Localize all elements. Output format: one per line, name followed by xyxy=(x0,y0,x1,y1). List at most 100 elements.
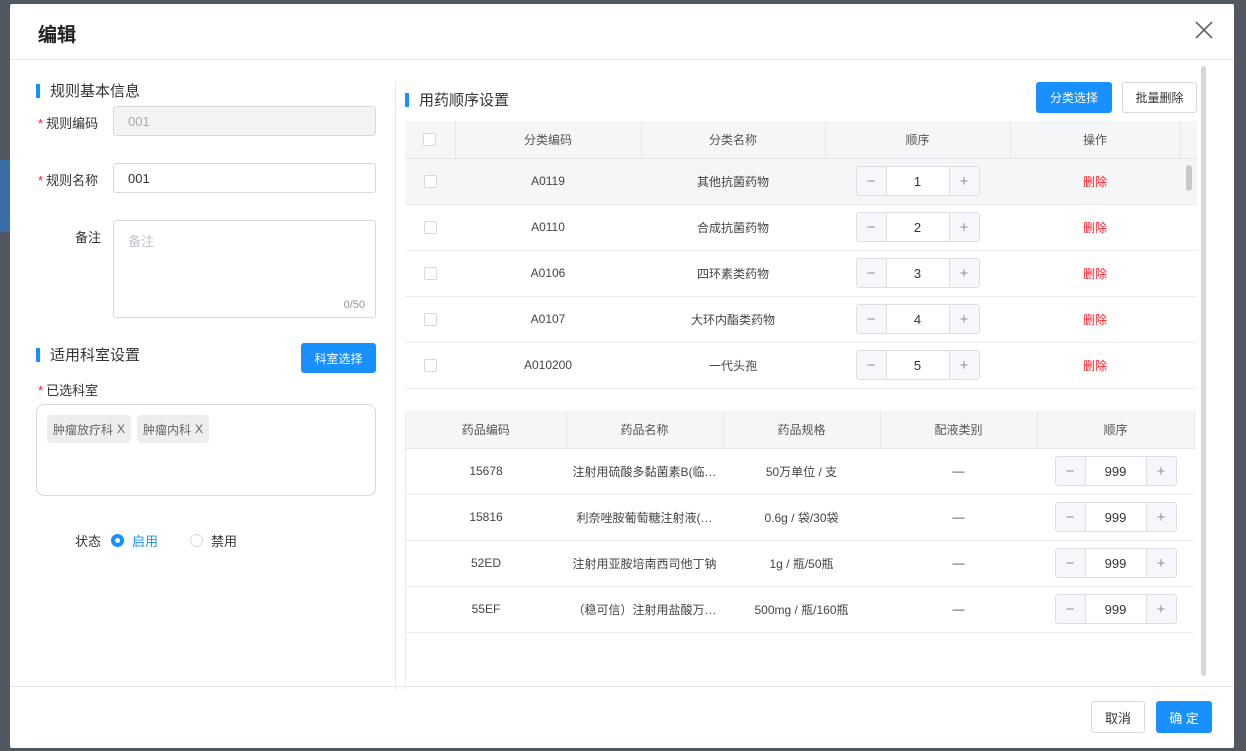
status-radio-enabled[interactable]: 启用 xyxy=(111,531,158,550)
status-label: 状态 xyxy=(75,534,102,549)
dept-tag: 肿瘤放疗科 X xyxy=(47,415,132,443)
quantity-stepper: − 999 + xyxy=(1054,594,1177,624)
increment-button[interactable]: + xyxy=(1145,457,1176,485)
category-name: 大环内酯类药物 xyxy=(641,296,825,343)
drug-name: 利奈唑胺葡萄糖注射液(… xyxy=(566,494,723,541)
delete-link[interactable]: 删除 xyxy=(1083,359,1107,373)
column-header: 分类编码 xyxy=(455,121,642,159)
table-row: A0110 合成抗菌药物 − 2 + 删除 xyxy=(405,204,1197,251)
drug-name: 注射用亚胺培南西司他丁钠 xyxy=(566,540,723,587)
decrement-button[interactable]: − xyxy=(856,305,887,333)
dialog-title: 编辑 xyxy=(38,25,77,46)
rule-code-label: * 规则编码 xyxy=(38,113,98,132)
category-table-scrollbar[interactable] xyxy=(1186,165,1192,191)
stepper-value[interactable]: 999 xyxy=(1086,457,1146,485)
increment-button[interactable]: + xyxy=(1145,595,1176,623)
table-row: A0107 大环内酯类药物 − 4 + 删除 xyxy=(405,296,1197,343)
increment-button[interactable]: + xyxy=(948,167,979,195)
row-checkbox[interactable] xyxy=(423,221,437,235)
row-checkbox[interactable] xyxy=(423,267,437,281)
rule-name-label: * 规则名称 xyxy=(38,170,98,189)
increment-button[interactable]: + xyxy=(948,213,979,241)
row-checkbox[interactable] xyxy=(423,175,437,189)
table-row: 55EF （稳可信）注射用盐酸万… 500mg / 瓶/160瓶 — − 999… xyxy=(406,586,1194,633)
stepper-value[interactable]: 999 xyxy=(1086,549,1146,577)
table-row: 52ED 注射用亚胺培南西司他丁钠 1g / 瓶/50瓶 — − 999 + xyxy=(406,540,1194,587)
quantity-stepper: − 999 + xyxy=(1054,548,1177,578)
action-cell: 删除 xyxy=(1010,342,1180,389)
status-radio-disabled[interactable]: 禁用 xyxy=(190,531,237,550)
stepper-value[interactable]: 3 xyxy=(887,259,949,287)
required-mark: * xyxy=(38,173,44,188)
decrement-button[interactable]: − xyxy=(856,213,887,241)
increment-button[interactable]: + xyxy=(1145,503,1176,531)
select-all-checkbox[interactable] xyxy=(423,133,437,147)
decrement-button[interactable]: − xyxy=(1055,457,1086,485)
delete-link[interactable]: 删除 xyxy=(1083,175,1107,189)
batch-delete-button[interactable]: 批量删除 xyxy=(1122,82,1197,113)
decrement-button[interactable]: − xyxy=(1055,549,1086,577)
tag-remove-icon[interactable]: X xyxy=(117,422,125,436)
rule-name-input[interactable]: 001 xyxy=(113,163,376,193)
increment-button[interactable]: + xyxy=(1145,549,1176,577)
stepper-value[interactable]: 5 xyxy=(887,351,949,379)
category-name: 其他抗菌药物 xyxy=(641,158,825,205)
row-checkbox[interactable] xyxy=(423,313,437,327)
action-cell: 删除 xyxy=(1010,204,1180,251)
decrement-button[interactable]: − xyxy=(856,351,887,379)
stepper-value[interactable]: 2 xyxy=(887,213,949,241)
category-select-button[interactable]: 分类选择 xyxy=(1036,82,1112,113)
stepper-value[interactable]: 4 xyxy=(887,305,949,333)
basic-info-section-title: 规则基本信息 xyxy=(36,80,140,101)
tag-remove-icon[interactable]: X xyxy=(195,422,203,436)
order-section-title: 用药顺序设置 xyxy=(405,89,509,110)
column-header: 分类名称 xyxy=(641,121,826,159)
close-icon[interactable] xyxy=(1192,18,1216,42)
remark-textarea[interactable]: 备注 0/50 xyxy=(113,220,376,318)
delete-link[interactable]: 删除 xyxy=(1083,221,1107,235)
drug-table-frame: 药品编码 药品名称 药品规格 配液类别 顺序 15678 注射用硫酸多黏菌素B(… xyxy=(405,411,1197,690)
decrement-button[interactable]: − xyxy=(1055,595,1086,623)
category-code: A0119 xyxy=(455,158,641,205)
decrement-button[interactable]: − xyxy=(856,167,887,195)
quantity-stepper: − 999 + xyxy=(1054,502,1177,532)
category-name: 四环素类药物 xyxy=(641,250,825,297)
remark-label: 备注 xyxy=(75,230,102,245)
stepper-value[interactable]: 999 xyxy=(1086,503,1146,531)
quantity-stepper: − 1 + xyxy=(855,166,980,196)
increment-button[interactable]: + xyxy=(948,305,979,333)
row-checkbox[interactable] xyxy=(423,359,437,373)
drug-spec: 1g / 瓶/50瓶 xyxy=(723,540,880,587)
column-header: 药品名称 xyxy=(566,411,724,449)
decrement-button[interactable]: − xyxy=(856,259,887,287)
column-header: 配液类别 xyxy=(880,411,1038,449)
rule-code-input[interactable]: 001 xyxy=(113,106,376,136)
dialog-scrollbar[interactable] xyxy=(1201,66,1206,676)
table-row: 15678 注射用硫酸多黏菌素B(临… 50万单位 / 支 — − 999 + xyxy=(406,448,1194,495)
cancel-button[interactable]: 取消 xyxy=(1091,701,1145,733)
decrement-button[interactable]: − xyxy=(1055,503,1086,531)
section-title-text: 适用科室设置 xyxy=(50,347,141,364)
delete-link[interactable]: 删除 xyxy=(1083,313,1107,327)
section-bar xyxy=(36,83,40,98)
category-code: A0106 xyxy=(455,250,641,297)
dept-select-button[interactable]: 科室选择 xyxy=(301,343,376,373)
increment-button[interactable]: + xyxy=(948,259,979,287)
action-cell: 删除 xyxy=(1010,250,1180,297)
selected-dept-box: 肿瘤放疗科 X 肿瘤内科 X xyxy=(36,404,376,496)
required-mark: * xyxy=(38,383,44,398)
dept-tag-label: 肿瘤放疗科 xyxy=(53,422,114,437)
confirm-button[interactable]: 确 定 xyxy=(1156,701,1212,733)
stepper-value[interactable]: 999 xyxy=(1086,595,1146,623)
drug-table: 药品编码 药品名称 药品规格 配液类别 顺序 15678 注射用硫酸多黏菌素B(… xyxy=(406,411,1195,633)
table-row: A0106 四环素类药物 − 3 + 删除 xyxy=(405,250,1197,297)
stepper-value[interactable]: 1 xyxy=(887,167,949,195)
select-all-cell xyxy=(405,121,456,159)
order-cell: − 4 + xyxy=(825,296,1010,343)
delete-link[interactable]: 删除 xyxy=(1083,267,1107,281)
column-header: 顺序 xyxy=(825,121,1011,159)
selected-dept-label-text: 已选科室 xyxy=(46,383,99,398)
radio-label: 启用 xyxy=(132,534,159,549)
increment-button[interactable]: + xyxy=(948,351,979,379)
category-table: 分类编码 分类名称 顺序 操作 A0119 其他抗菌药物 − 1 + 删除 A0… xyxy=(405,121,1197,389)
